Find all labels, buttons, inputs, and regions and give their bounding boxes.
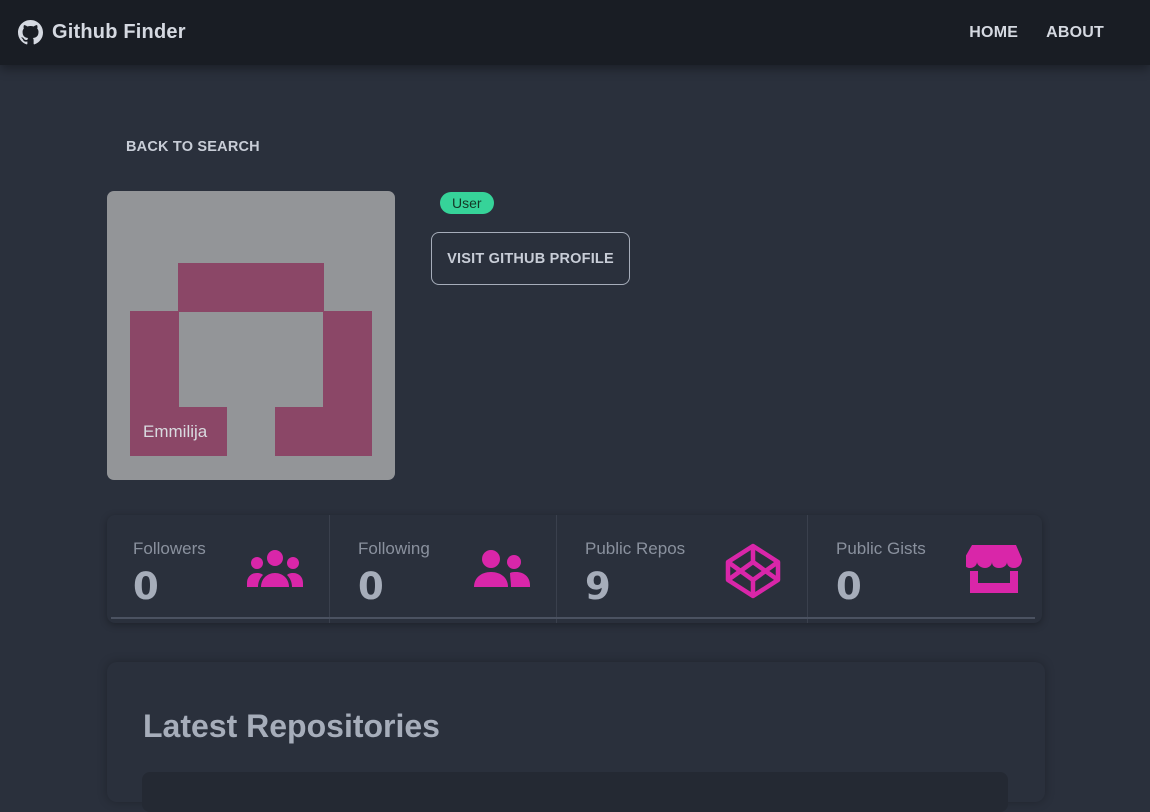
stat-label: Public Gists	[836, 539, 926, 558]
repo-item[interactable]	[142, 772, 1008, 812]
visit-github-profile-button[interactable]: Visit Github Profile	[431, 232, 630, 285]
stats-panel: Followers 0 Following 0 Public Repos 9 P…	[107, 515, 1042, 623]
stat-value: 0	[836, 565, 862, 608]
stats-divider	[111, 617, 1035, 619]
stat-label: Followers	[133, 539, 206, 558]
brand-link[interactable]: Github Finder	[18, 20, 186, 45]
avatar-card: Emmilija	[107, 191, 395, 480]
stat-followers: Followers 0	[107, 515, 329, 623]
back-to-search-button[interactable]: Back To Search	[108, 128, 278, 166]
brand-title: Github Finder	[52, 21, 186, 43]
latest-repos-card: Latest Repositories	[107, 662, 1045, 812]
user-type-badge: User	[440, 192, 494, 214]
github-icon	[18, 20, 43, 45]
stat-label: Public Repos	[585, 539, 686, 558]
latest-repos-title: Latest Repositories	[143, 708, 440, 744]
stat-value: 9	[585, 565, 611, 608]
avatar-username: Emmilija	[143, 422, 208, 441]
nav-about-link[interactable]: About	[1032, 16, 1118, 50]
nav-home-link[interactable]: Home	[955, 16, 1032, 50]
navbar: Github Finder Home About	[0, 0, 1150, 65]
users-icon	[247, 549, 303, 589]
stat-label: Following	[358, 539, 430, 558]
nav-links: Home About	[955, 16, 1118, 50]
stat-following: Following 0	[329, 515, 556, 623]
codepen-icon	[725, 543, 781, 599]
store-icon	[966, 545, 1022, 595]
stat-public-repos: Public Repos 9	[556, 515, 807, 623]
user-friends-icon	[474, 549, 530, 589]
stat-value: 0	[358, 565, 384, 608]
stat-public-gists: Public Gists 0	[807, 515, 1042, 623]
stat-value: 0	[133, 565, 159, 608]
